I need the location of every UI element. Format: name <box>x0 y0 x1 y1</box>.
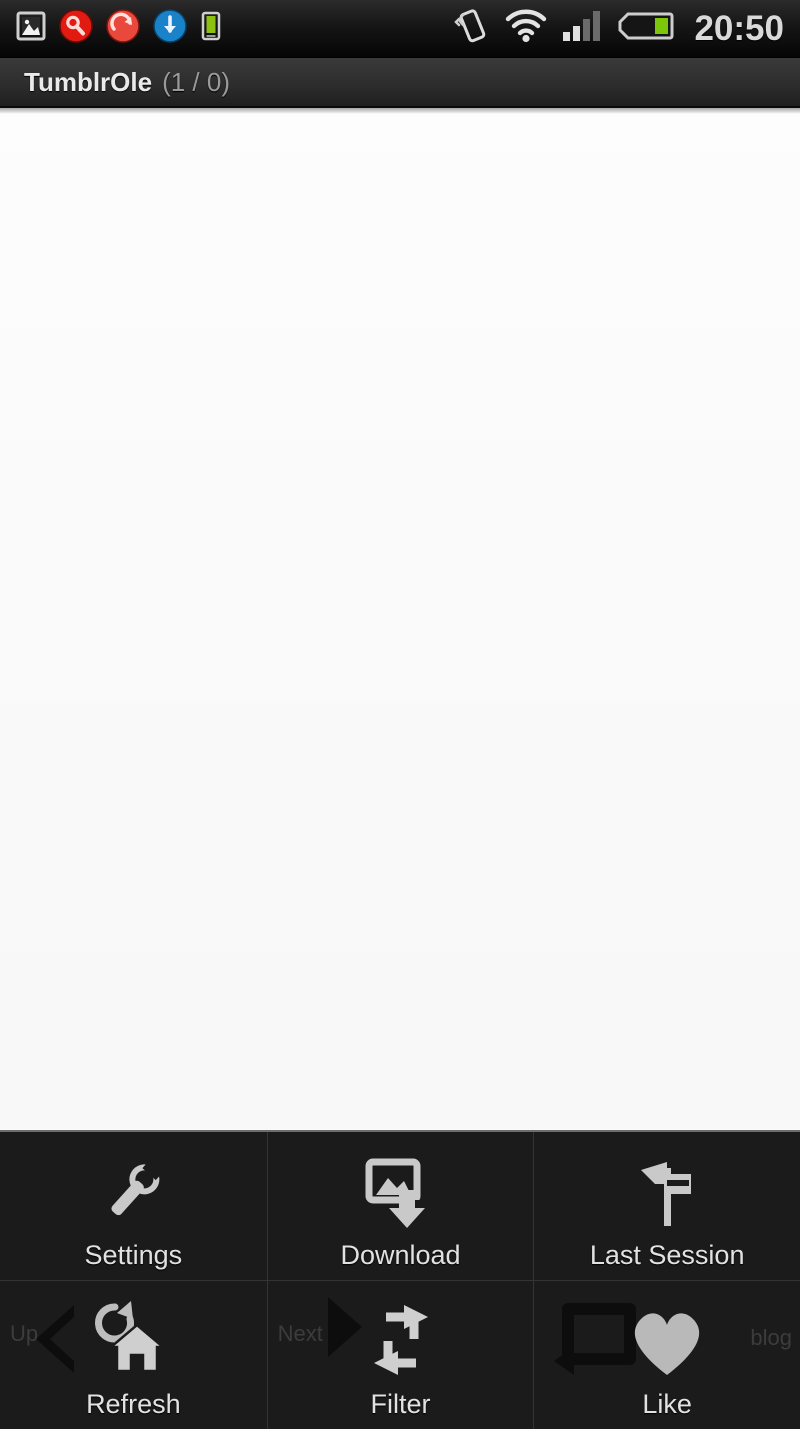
content-area[interactable] <box>0 108 800 1130</box>
options-menu-row-1: Settings Download Last Session <box>0 1132 800 1281</box>
gallery-icon <box>16 10 46 47</box>
menu-item-settings[interactable]: Settings <box>0 1132 267 1280</box>
image-download-icon <box>359 1148 443 1236</box>
download-circle-icon <box>153 9 187 48</box>
phone-screen: 20:50 TumblrOle (1 / 0) Settings Downloa… <box>0 0 800 1429</box>
options-menu: Settings Download Last Session Up Refres… <box>0 1130 800 1429</box>
menu-item-last-session[interactable]: Last Session <box>533 1132 800 1280</box>
status-bar-notifications <box>16 9 222 48</box>
like-ghost-label: blog <box>750 1324 793 1350</box>
content-top-shadow <box>0 108 800 114</box>
menu-item-label: Download <box>340 1240 461 1270</box>
search-icon <box>59 9 93 48</box>
menu-item-label: Refresh <box>86 1388 181 1419</box>
app-title-bar: TumblrOle (1 / 0) <box>0 58 800 108</box>
signal-icon <box>562 9 604 48</box>
status-bar: 20:50 <box>0 0 800 58</box>
menu-item-refresh[interactable]: Up Refresh <box>0 1280 267 1429</box>
vibrate-icon <box>454 7 490 50</box>
menu-item-label: Filter <box>370 1388 431 1419</box>
flag-icon <box>625 1148 709 1236</box>
status-bar-clock: 20:50 <box>694 9 784 48</box>
wifi-icon <box>504 8 548 49</box>
menu-item-download[interactable]: Download <box>266 1132 534 1280</box>
options-menu-row-2: Up Refresh Next Filter blog Like <box>0 1280 800 1429</box>
heart-icon <box>621 1297 713 1385</box>
refresh-ghost-label: Up <box>10 1320 39 1346</box>
back-chevron-ghost-icon <box>36 1304 76 1373</box>
status-bar-system-icons: 20:50 <box>454 7 784 50</box>
usb-charging-icon <box>200 9 222 48</box>
item-counter: (1 / 0) <box>162 66 231 97</box>
menu-item-filter[interactable]: Next Filter <box>266 1280 534 1429</box>
menu-item-like[interactable]: blog Like <box>533 1280 800 1429</box>
filter-ghost-label: Next <box>277 1320 323 1346</box>
refresh-home-icon <box>85 1297 181 1385</box>
reblog-arrows-icon <box>356 1297 446 1385</box>
menu-item-label: Like <box>642 1388 692 1419</box>
wrench-icon <box>91 1148 175 1236</box>
page-title: TumblrOle <box>24 66 153 97</box>
battery-icon <box>618 10 674 47</box>
menu-item-label: Last Session <box>589 1240 745 1270</box>
sync-error-icon <box>106 9 140 48</box>
menu-item-label: Settings <box>84 1240 183 1270</box>
